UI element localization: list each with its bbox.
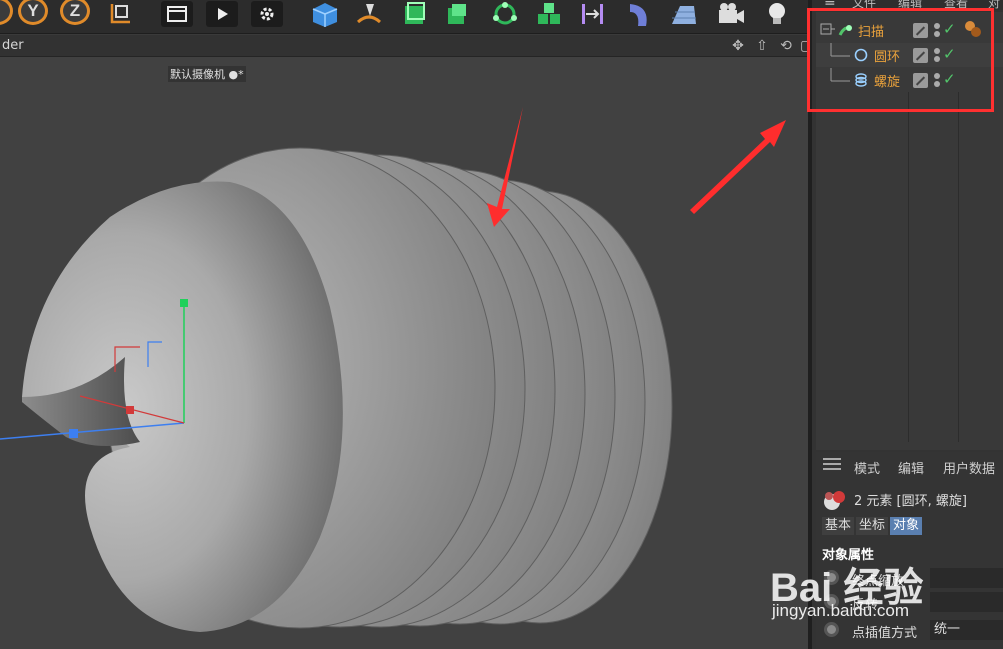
extrude-button[interactable] [440,0,474,28]
pen-icon [356,4,382,24]
section-title: 对象属性 [822,548,875,563]
element-count: 2 元素 [圆环, 螺旋] [854,494,967,509]
axis-y-button[interactable]: Y [16,0,50,28]
attribute-tabs: 基本 坐标 对象 [822,517,923,535]
deformer-button[interactable] [576,0,610,28]
field-interpolation[interactable]: 点插值方式 统一 [822,620,1003,641]
bend-icon [630,4,647,26]
camera-button[interactable] [714,0,748,28]
render-region-button[interactable] [160,0,194,28]
zoom-view-icon[interactable]: ⇧ [752,37,772,55]
coordinate-system-icon [110,4,130,24]
tab-object[interactable]: 对象 [890,517,923,535]
light-button[interactable] [760,0,794,28]
cloner-button[interactable] [488,0,522,28]
menu-icon[interactable] [823,458,841,470]
deformer-icon [582,4,603,24]
interpolation-select[interactable]: 统一 [930,620,1003,640]
rotate-view-icon[interactable]: ⟲ [776,37,796,55]
bend-deformer-button[interactable] [622,0,656,28]
menu-user-data[interactable]: 用户数据 [943,458,995,477]
subdivision-button[interactable] [398,0,432,28]
light-bulb-icon [769,3,785,24]
highlight-box [807,8,994,112]
viewport-header: der ✥ ⇧ ⟲ ▢ [0,35,812,57]
field-end-scale[interactable]: 终点缩放 [822,568,1003,589]
move-view-icon[interactable]: ✥ [728,37,748,55]
selection-info: 2 元素 [圆环, 螺旋] [822,488,1002,510]
viewport-menu-label[interactable]: der [2,38,24,53]
render-region-icon [167,6,187,22]
menu-edit[interactable]: 编辑 [898,458,924,477]
floor-icon [672,6,696,24]
end-scale-value[interactable] [930,568,1003,588]
pen-spline-button[interactable] [352,0,386,28]
viewport-3d[interactable]: 默认摄像机 ●* [0,57,812,649]
subdivision-icon [405,2,425,24]
extrude-icon [448,4,466,24]
render-settings-button[interactable] [250,0,284,28]
animate-radio[interactable] [824,594,839,609]
multi-object-icon [824,491,845,510]
play-icon [218,8,228,20]
tab-coordinates[interactable]: 坐标 [856,517,889,535]
field-reverse[interactable]: 反转 [822,592,1003,613]
animate-radio[interactable] [824,622,839,637]
reverse-value[interactable] [930,592,1003,612]
gear-icon [260,7,274,21]
attribute-menu: 模式 编辑 用户数据 [816,456,1003,477]
coordinate-system-button[interactable] [104,0,138,28]
camera-icon [719,3,744,23]
attribute-manager: 模式 编辑 用户数据 2 元素 [圆环, 螺旋] 基本 坐标 对象 对象属性 终… [816,452,1003,649]
cube-button[interactable] [308,0,342,28]
tab-basic[interactable]: 基本 [822,517,855,535]
axis-x-icon [0,0,13,25]
axis-x-button[interactable] [0,0,14,28]
mograph-cubes-icon [538,3,560,24]
mograph-button[interactable] [532,0,566,28]
animate-radio[interactable] [824,570,839,585]
sweep-object-render [0,107,786,632]
cloner-icon [493,2,517,25]
floor-button[interactable] [666,0,700,28]
render-view-button[interactable] [205,0,239,28]
cube-icon [312,3,338,27]
main-toolbar: Y Z [0,0,812,34]
axis-y-icon: Y [18,0,48,25]
axis-z-button[interactable]: Z [58,0,92,28]
menu-mode[interactable]: 模式 [854,458,880,477]
axis-z-icon: Z [60,0,90,25]
